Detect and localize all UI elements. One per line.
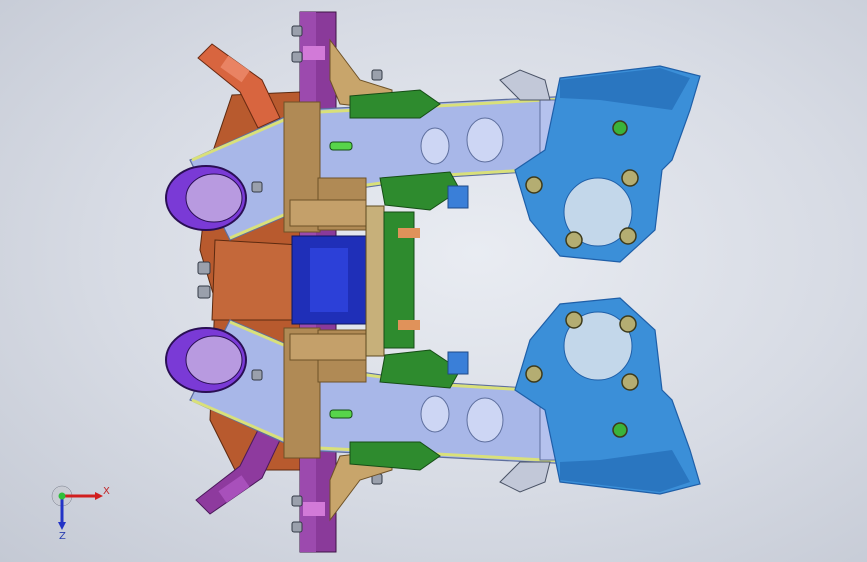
cad-model-view[interactable] — [0, 0, 867, 562]
triad-x-arrow — [95, 492, 103, 500]
triad-y-axis — [58, 492, 66, 500]
upper-clamp-ring[interactable] — [165, 165, 247, 231]
triad-x-label: X — [103, 486, 110, 497]
coordinate-triad — [51, 485, 103, 530]
triad-z-label: Z — [59, 531, 66, 542]
graphics-viewport[interactable]: X Z — [0, 0, 867, 562]
lower-clamp-ring[interactable] — [165, 327, 247, 393]
triad-z-arrow — [58, 522, 66, 530]
blue-tabs — [447, 185, 469, 375]
center-locator[interactable] — [291, 235, 367, 325]
center-pin-column[interactable] — [365, 205, 420, 357]
